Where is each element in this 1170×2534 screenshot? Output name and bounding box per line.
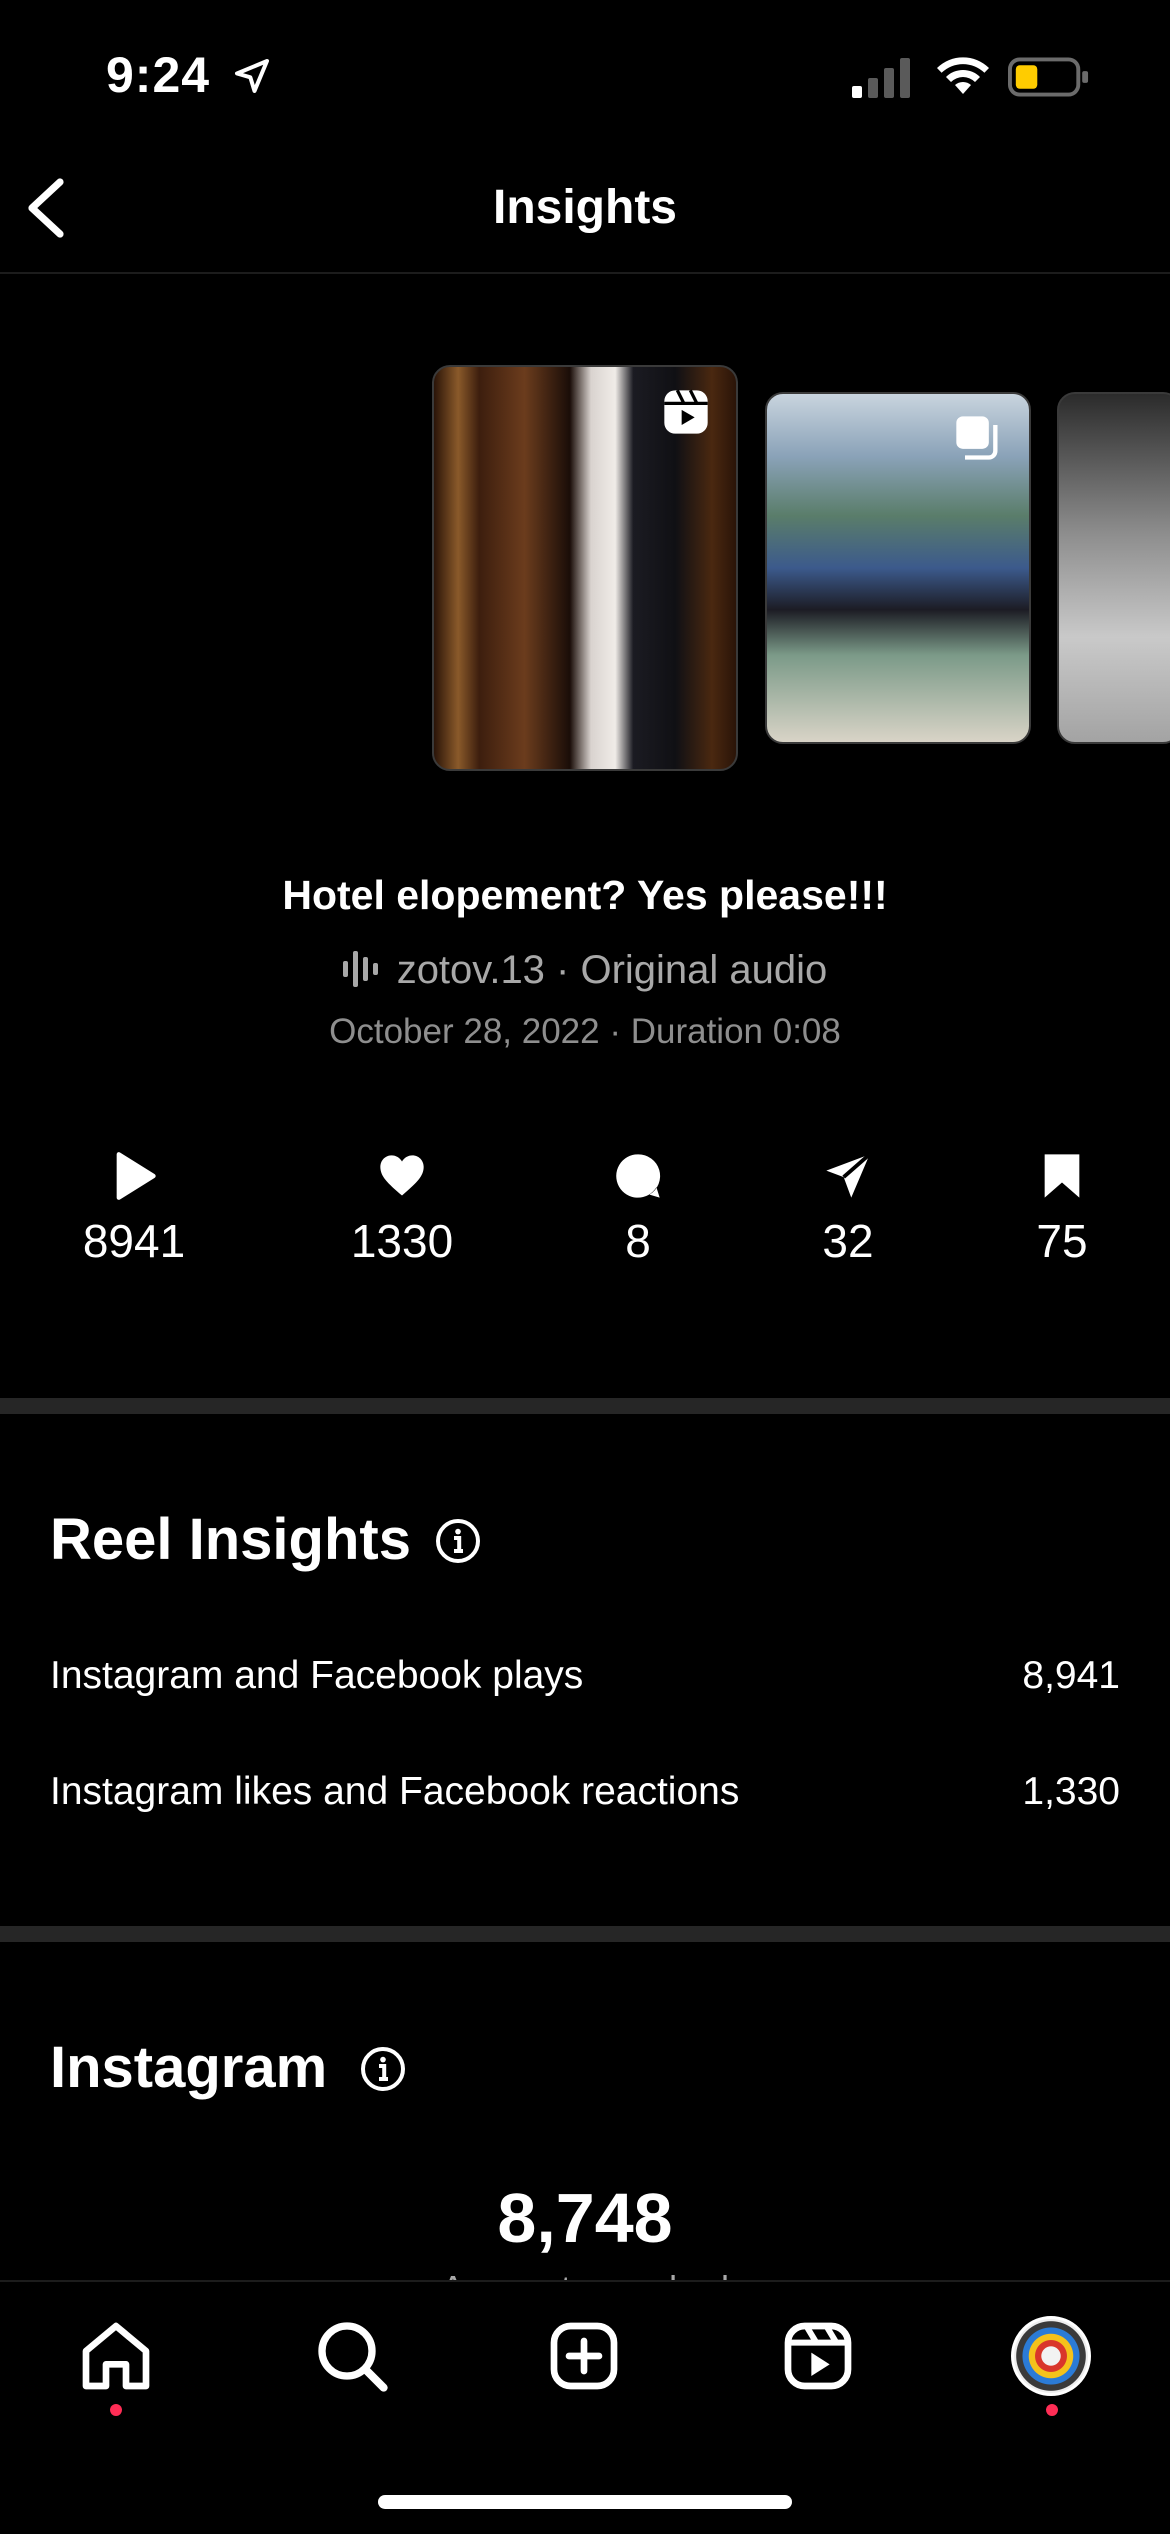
- wifi-icon: [937, 57, 989, 94]
- stat-comments-value: 8: [625, 1215, 651, 1267]
- page-title: Insights: [492, 181, 677, 234]
- profile-avatar[interactable]: [1011, 2316, 1091, 2396]
- notification-dot: [1046, 2404, 1058, 2416]
- bookmark-icon: [1044, 1154, 1080, 1198]
- insight-row-value: 1,330: [1022, 1770, 1120, 1813]
- reels-icon[interactable]: [778, 2316, 858, 2396]
- comment-icon: [616, 1154, 661, 1198]
- post-meta: October 28, 2022 · Duration 0:08: [329, 1012, 841, 1051]
- info-icon[interactable]: [434, 1517, 482, 1565]
- stat-comments: 8: [548, 1150, 728, 1268]
- cellular-signal-icon: [852, 58, 910, 98]
- location-arrow-icon: [235, 59, 269, 93]
- reel-insights-title: Reel Insights: [50, 1507, 411, 1572]
- battery-icon: [1008, 57, 1089, 97]
- stat-saves: 75: [972, 1150, 1152, 1268]
- play-icon: [116, 1152, 156, 1200]
- instagram-section-title: Instagram: [50, 2035, 328, 2100]
- reel-icon: [664, 389, 708, 434]
- send-icon: [826, 1152, 871, 1198]
- carousel-post-icon: [956, 416, 998, 460]
- stat-plays: 8941: [44, 1150, 224, 1268]
- stat-shares-value: 32: [822, 1215, 874, 1267]
- accounts-reached-value: 8,748: [497, 2179, 673, 2257]
- insight-row-value: 8,941: [1022, 1654, 1120, 1697]
- create-post-icon[interactable]: [544, 2316, 624, 2396]
- section-separator: [0, 1398, 1170, 1414]
- info-icon[interactable]: [359, 2045, 407, 2093]
- header-divider: [0, 272, 1170, 274]
- heart-icon: [380, 1155, 424, 1196]
- insight-row-label: Instagram and Facebook plays: [50, 1654, 584, 1697]
- home-indicator: [378, 2495, 792, 2509]
- post-caption: Hotel elopement? Yes please!!!: [282, 872, 888, 918]
- insight-row-label: Instagram likes and Facebook reactions: [50, 1770, 740, 1813]
- audio-label: zotov.13 · Original audio: [396, 948, 828, 992]
- stat-plays-value: 8941: [82, 1215, 186, 1267]
- status-time: 9:24: [106, 47, 211, 103]
- section-separator: [0, 1926, 1170, 1942]
- notification-dot: [110, 2404, 122, 2416]
- search-icon[interactable]: [312, 2316, 392, 2396]
- stat-saves-value: 75: [1036, 1215, 1088, 1267]
- home-icon[interactable]: [76, 2316, 156, 2396]
- audio-info[interactable]: zotov.13 · Original audio: [0, 948, 1170, 993]
- audio-wave-icon: [342, 951, 378, 987]
- stat-likes-value: 1330: [350, 1215, 454, 1267]
- post-thumbnail[interactable]: [1057, 392, 1170, 744]
- stat-likes: 1330: [312, 1150, 492, 1268]
- stat-shares: 32: [758, 1150, 938, 1268]
